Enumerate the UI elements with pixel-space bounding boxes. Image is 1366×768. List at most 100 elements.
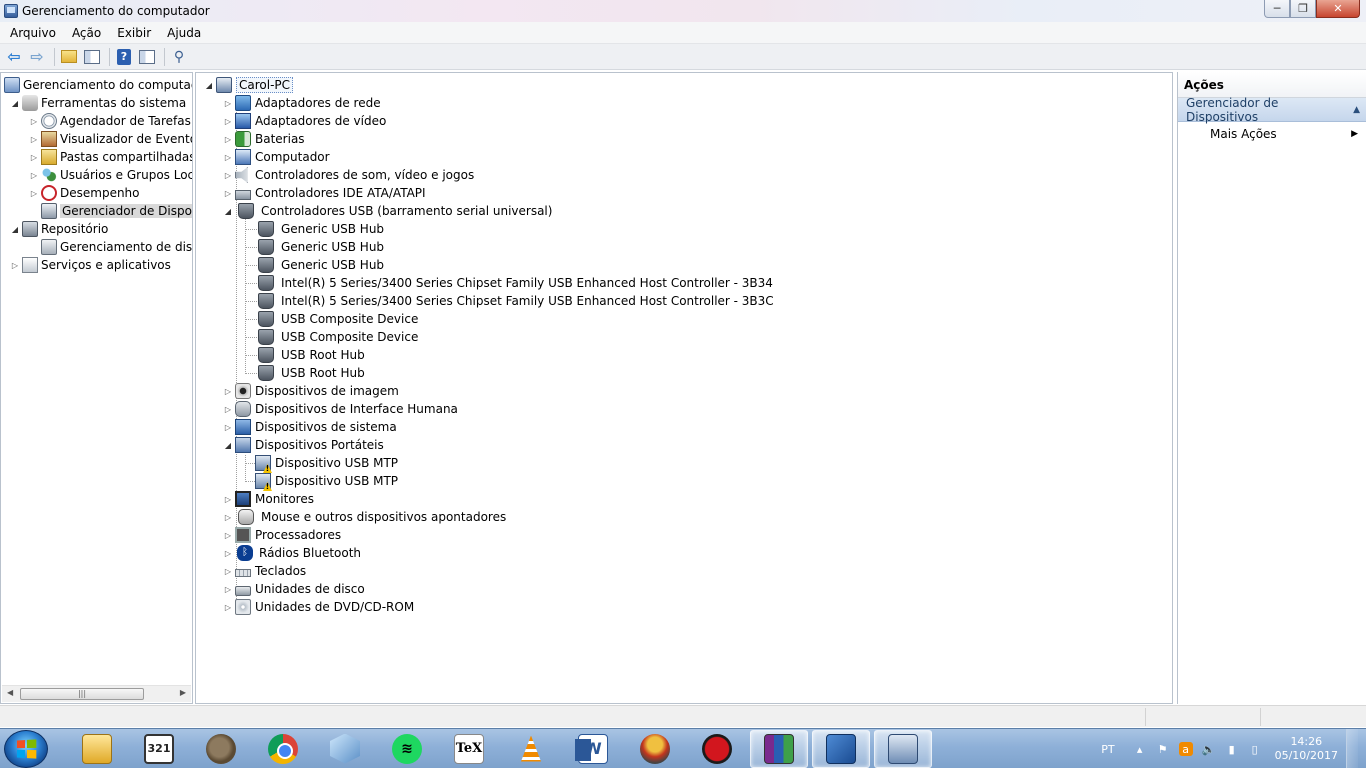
expand-arrow-icon[interactable]: ▷ [29, 135, 39, 144]
expand-arrow-icon[interactable]: ▷ [223, 387, 233, 396]
expand-arrow-icon[interactable]: ▷ [29, 189, 39, 198]
device-category[interactable]: ▷ Adaptadores de rede [223, 94, 381, 112]
taskbar-app-robot-app[interactable] [626, 730, 684, 768]
menu-exibir[interactable]: Exibir [111, 26, 157, 40]
expand-arrow-icon[interactable]: ▷ [29, 153, 39, 162]
menu-acao[interactable]: Ação [66, 26, 107, 40]
tree-item-storage[interactable]: ◢ Repositório [10, 220, 108, 238]
expand-arrow-icon[interactable]: ▷ [223, 567, 233, 576]
device-item[interactable]: Generic USB Hub [255, 256, 384, 274]
more-actions-item[interactable]: Mais Ações ▶ [1178, 122, 1366, 146]
expand-arrow-icon[interactable]: ▷ [223, 135, 233, 144]
expand-arrow-icon[interactable]: ▷ [223, 405, 233, 414]
volume-icon[interactable]: 🔈 [1202, 742, 1216, 756]
maximize-button[interactable]: ❐ [1290, 0, 1316, 18]
start-button[interactable] [4, 729, 48, 768]
network-signal-icon[interactable]: ▮ [1225, 742, 1239, 756]
device-item[interactable]: Generic USB Hub [255, 220, 384, 238]
clock[interactable]: 14:26 05/10/2017 [1275, 735, 1338, 763]
tree-item-computer-management[interactable]: Gerenciamento do computado [4, 76, 192, 94]
action-center-flag-icon[interactable]: ⚑ [1156, 742, 1170, 756]
device-tree-pane[interactable]: ◢ Carol-PC ▷ Adaptadores de rede ▷ Adaptado… [195, 72, 1173, 704]
expand-arrow-icon[interactable]: ▷ [29, 171, 39, 180]
taskbar-app-tools[interactable] [812, 729, 870, 768]
show-hide-tree-button[interactable] [82, 47, 102, 67]
taskbar-app-vlc[interactable] [502, 730, 560, 768]
taskbar-app-gimp[interactable] [192, 730, 250, 768]
device-category[interactable]: ▷ Controladores de som, vídeo e jogos [223, 166, 474, 184]
taskbar-app-word[interactable]: W [564, 730, 622, 768]
device-category[interactable]: ▷ Dispositivos de imagem [223, 382, 399, 400]
expand-arrow-icon[interactable]: ▷ [223, 495, 233, 504]
menu-ajuda[interactable]: Ajuda [161, 26, 207, 40]
device-category[interactable]: ▷ Unidades de DVD/CD-ROM [223, 598, 414, 616]
tree-item-disk-management[interactable]: Gerenciamento de disco [41, 238, 192, 256]
expand-arrow-icon[interactable]: ▷ [223, 171, 233, 180]
device-category[interactable]: ▷ Controladores IDE ATA/ATAPI [223, 184, 426, 202]
collapse-arrow-icon[interactable]: ◢ [223, 441, 233, 450]
actions-section-device-manager[interactable]: Gerenciador de Dispositivos ▲ [1178, 96, 1366, 124]
device-category[interactable]: ▷ Adaptadores de vídeo [223, 112, 386, 130]
device-category[interactable]: ▷ Processadores [223, 526, 341, 544]
device-item[interactable]: USB Root Hub [255, 346, 365, 364]
properties-button[interactable]: ⚲ [169, 47, 189, 67]
taskbar-app-texworks[interactable]: TeX [440, 730, 498, 768]
horizontal-scrollbar[interactable]: ◀ ||| ▶ [2, 685, 191, 702]
expand-arrow-icon[interactable]: ▷ [223, 513, 233, 522]
taskbar-app-computer-management[interactable] [874, 729, 932, 768]
device-item[interactable]: Intel(R) 5 Series/3400 Series Chipset Fa… [255, 292, 774, 310]
device-item[interactable]: USB Root Hub [255, 364, 365, 382]
expand-arrow-icon[interactable]: ▷ [10, 261, 20, 270]
device-item[interactable]: Generic USB Hub [255, 238, 384, 256]
expand-arrow-icon[interactable]: ▷ [223, 117, 233, 126]
tree-root-computer[interactable]: ◢ Carol-PC [204, 76, 294, 94]
collapse-arrow-icon[interactable]: ◢ [204, 81, 214, 90]
back-button[interactable]: ⇦ [4, 47, 24, 67]
expand-arrow-icon[interactable]: ▷ [223, 99, 233, 108]
language-indicator[interactable]: PT [1101, 743, 1114, 756]
taskbar-app-explorer[interactable] [68, 730, 126, 768]
taskbar-app-virtualbox[interactable] [316, 730, 374, 768]
device-item[interactable]: USB Composite Device [255, 310, 418, 328]
help-button[interactable]: ? [114, 47, 134, 67]
device-category[interactable]: ▷ Mouse e outros dispositivos apontadores [223, 508, 506, 526]
taskbar-app-spotify[interactable]: ≋ [378, 730, 436, 768]
show-hidden-icons-icon[interactable]: ▴ [1133, 742, 1147, 756]
tree-item-shared-folders[interactable]: ▷ Pastas compartilhadas [29, 148, 192, 166]
device-item[interactable]: USB Composite Device [255, 328, 418, 346]
collapse-triangle-icon[interactable]: ▲ [1353, 105, 1360, 115]
expand-arrow-icon[interactable]: ▷ [223, 549, 233, 558]
expand-arrow-icon[interactable]: ▷ [223, 585, 233, 594]
show-desktop-button[interactable] [1346, 729, 1358, 768]
device-category[interactable]: ▷ Monitores [223, 490, 314, 508]
device-category[interactable]: ▷ Teclados [223, 562, 306, 580]
forward-button[interactable]: ⇨ [27, 47, 47, 67]
device-item[interactable]: Dispositivo USB MTP [255, 454, 398, 472]
device-category[interactable]: ▷ Dispositivos de Interface Humana [223, 400, 458, 418]
device-category[interactable]: ▷ ᛒ Rádios Bluetooth [223, 544, 361, 562]
scrollbar-thumb[interactable]: ||| [20, 688, 144, 700]
battery-status-icon[interactable]: ▯ [1248, 742, 1262, 756]
avast-icon[interactable]: a [1178, 742, 1193, 756]
taskbar-app-red-app[interactable] [688, 730, 746, 768]
tree-item-system-tools[interactable]: ◢ Ferramentas do sistema [10, 94, 186, 112]
tree-item-task-scheduler[interactable]: ▷ Agendador de Tarefas [29, 112, 191, 130]
expand-arrow-icon[interactable]: ▷ [223, 603, 233, 612]
expand-arrow-icon[interactable]: ▷ [223, 153, 233, 162]
expand-arrow-icon[interactable]: ▷ [223, 423, 233, 432]
menu-arquivo[interactable]: Arquivo [4, 26, 62, 40]
expand-arrow-icon[interactable]: ▷ [223, 189, 233, 198]
scroll-left-arrow-icon[interactable]: ◀ [7, 688, 13, 697]
collapse-arrow-icon[interactable]: ◢ [10, 99, 20, 108]
taskbar-app-winrar[interactable] [750, 729, 808, 768]
device-category[interactable]: ◢ Dispositivos Portáteis [223, 436, 384, 454]
collapse-arrow-icon[interactable]: ◢ [223, 207, 233, 216]
device-item[interactable]: Intel(R) 5 Series/3400 Series Chipset Fa… [255, 274, 773, 292]
scroll-right-arrow-icon[interactable]: ▶ [180, 688, 186, 697]
computer-management-app-icon[interactable] [4, 4, 18, 18]
device-category[interactable]: ▷ Computador [223, 148, 330, 166]
show-hide-action-pane-button[interactable] [137, 47, 157, 67]
close-button[interactable]: ✕ [1316, 0, 1360, 18]
device-category[interactable]: ▷ Dispositivos de sistema [223, 418, 397, 436]
minimize-button[interactable]: ─ [1264, 0, 1290, 18]
